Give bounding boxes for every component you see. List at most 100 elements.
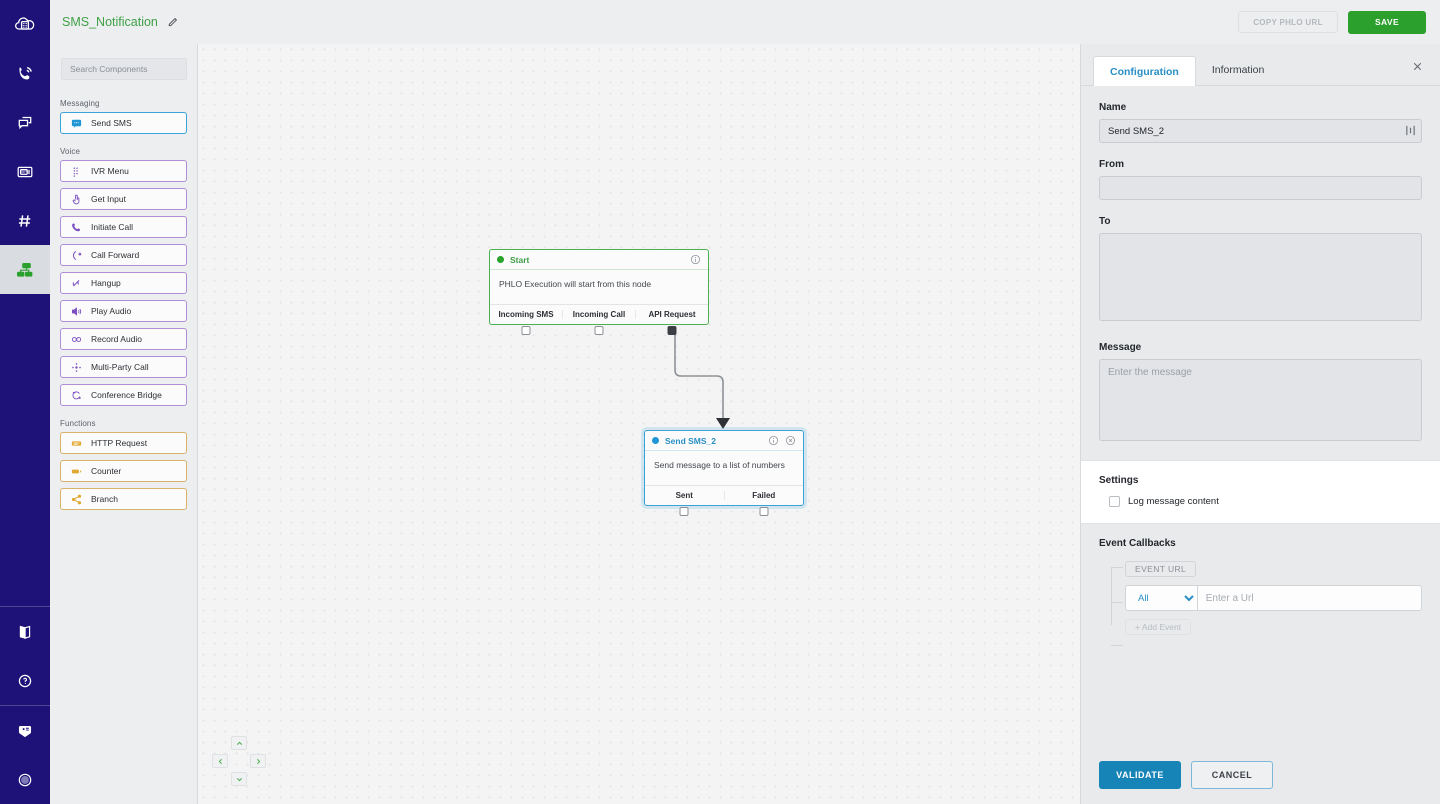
cancel-button[interactable]: CANCEL — [1191, 761, 1273, 789]
palette-item-record-audio[interactable]: Record Audio — [60, 328, 187, 350]
flow-canvas[interactable]: Start PHLO Execution will start from thi… — [198, 44, 1080, 804]
palette-item-call-forward[interactable]: Call Forward — [60, 244, 187, 266]
svg-text:SIP: SIP — [21, 170, 27, 174]
palette-item-label: Hangup — [91, 278, 121, 288]
port-failed-knob[interactable] — [759, 507, 768, 516]
rail-item-sip[interactable]: SIP — [0, 147, 50, 196]
event-callback-row: All — [1125, 585, 1422, 611]
node-start-status-dot — [497, 256, 504, 263]
from-input[interactable] — [1099, 176, 1422, 200]
pan-down-button[interactable] — [231, 772, 247, 786]
from-field-group: From — [1081, 159, 1440, 200]
name-input[interactable] — [1099, 119, 1422, 143]
port-incoming-call-knob[interactable] — [595, 326, 604, 335]
save-button[interactable]: SAVE — [1348, 11, 1426, 34]
port-api-request-label: API Request — [648, 310, 695, 319]
speaker-icon — [61, 305, 91, 318]
node-send-sms-2-description: Send message to a list of numbers — [645, 451, 803, 485]
tree-branch-1 — [1111, 567, 1123, 568]
pencil-icon[interactable] — [166, 16, 179, 29]
palette-section-title: Voice — [50, 140, 197, 160]
event-callbacks-tree: EVENT URL All + Add Event — [1111, 559, 1422, 635]
rail-top-group: SIP — [0, 0, 50, 294]
avatar-icon — [14, 769, 36, 791]
primary-nav-rail: SIP — [0, 0, 50, 804]
info-icon[interactable] — [768, 435, 779, 446]
flow-nodes-icon — [13, 258, 37, 282]
port-sent-label: Sent — [676, 491, 693, 500]
to-input[interactable] — [1099, 233, 1422, 321]
rail-item-phlo[interactable] — [0, 245, 50, 294]
add-event-button[interactable]: + Add Event — [1125, 619, 1191, 635]
search-input[interactable] — [61, 58, 187, 80]
to-field-group: To — [1081, 216, 1440, 326]
canvas-nav-pad — [212, 736, 266, 786]
port-incoming-sms-knob[interactable] — [522, 326, 531, 335]
info-icon[interactable] — [690, 254, 701, 265]
copy-phlo-url-button[interactable]: COPY PHLO URL — [1238, 11, 1338, 33]
palette-item-label: HTTP Request — [91, 438, 147, 448]
log-message-content-row[interactable]: Log message content — [1109, 496, 1422, 507]
rail-item-help[interactable] — [0, 656, 50, 705]
palette-item-label: Send SMS — [91, 118, 132, 128]
rail-item-voice[interactable] — [0, 49, 50, 98]
rail-item-numbers[interactable] — [0, 196, 50, 245]
panel-tabs: Configuration Information — [1081, 44, 1440, 86]
port-sent-knob[interactable] — [680, 507, 689, 516]
port-sent[interactable]: Sent — [645, 491, 724, 500]
palette-item-initiate-call[interactable]: Initiate Call — [60, 216, 187, 238]
port-failed[interactable]: Failed — [724, 491, 804, 500]
palette-item-branch[interactable]: Branch — [60, 488, 187, 510]
phone-forward-icon — [61, 249, 91, 262]
dialpad-icon — [61, 165, 91, 178]
port-incoming-sms[interactable]: Incoming SMS — [490, 310, 562, 319]
pan-up-button[interactable] — [231, 736, 247, 750]
rail-item-docs[interactable] — [0, 607, 50, 656]
palette-item-ivr-menu[interactable]: IVR Menu — [60, 160, 187, 182]
rail-item-overview[interactable] — [0, 0, 50, 49]
palette-item-get-input[interactable]: Get Input — [60, 188, 187, 210]
node-start-description: PHLO Execution will start from this node — [490, 270, 708, 304]
pan-right-button[interactable] — [250, 754, 266, 768]
message-input[interactable] — [1099, 359, 1422, 441]
rail-item-account[interactable] — [0, 755, 50, 804]
port-api-request-knob[interactable] — [668, 326, 677, 335]
drag-grip-icon[interactable] — [1405, 124, 1416, 137]
panel-body: Name From To Message — [1081, 86, 1440, 746]
palette-item-label: Branch — [91, 494, 118, 504]
inbox-person-icon — [14, 720, 36, 742]
pan-left-button[interactable] — [212, 754, 228, 768]
port-api-request[interactable]: API Request — [635, 310, 708, 319]
phone-signal-icon — [13, 62, 37, 86]
node-send-sms-2-header: Send SMS_2 — [645, 431, 803, 451]
palette-item-send-sms[interactable]: Send SMS — [60, 112, 187, 134]
palette-item-label: Play Audio — [91, 306, 131, 316]
palette-item-play-audio[interactable]: Play Audio — [60, 300, 187, 322]
rail-item-messaging[interactable] — [0, 98, 50, 147]
port-incoming-sms-label: Incoming SMS — [498, 310, 553, 319]
node-send-sms-2[interactable]: Send SMS_2 Send message to a list of num… — [644, 430, 804, 506]
event-url-pill: EVENT URL — [1125, 561, 1196, 577]
palette-item-multi-party-call[interactable]: Multi-Party Call — [60, 356, 187, 378]
cloud-dialpad-icon — [13, 13, 37, 37]
tab-information[interactable]: Information — [1196, 55, 1281, 85]
close-icon[interactable] — [1411, 60, 1424, 73]
tab-configuration[interactable]: Configuration — [1093, 56, 1196, 86]
palette-item-conference-bridge[interactable]: Conference Bridge — [60, 384, 187, 406]
port-incoming-call[interactable]: Incoming Call — [562, 310, 635, 319]
palette-item-label: IVR Menu — [91, 166, 129, 176]
palette-item-counter[interactable]: Counter — [60, 460, 187, 482]
validate-button[interactable]: VALIDATE — [1099, 761, 1181, 789]
palette-item-hangup[interactable]: Hangup — [60, 272, 187, 294]
event-url-input[interactable] — [1197, 585, 1422, 611]
delete-node-icon[interactable] — [785, 435, 796, 446]
node-start[interactable]: Start PHLO Execution will start from thi… — [489, 249, 709, 325]
to-label: To — [1099, 216, 1422, 227]
log-message-content-checkbox[interactable] — [1109, 496, 1120, 507]
event-type-select[interactable]: All — [1125, 585, 1197, 611]
palette-item-label: Multi-Party Call — [91, 362, 149, 372]
palette-item-http-request[interactable]: HTTP Request — [60, 432, 187, 454]
record-reels-icon — [61, 333, 91, 346]
log-message-content-label: Log message content — [1128, 496, 1219, 507]
rail-item-support[interactable] — [0, 706, 50, 755]
